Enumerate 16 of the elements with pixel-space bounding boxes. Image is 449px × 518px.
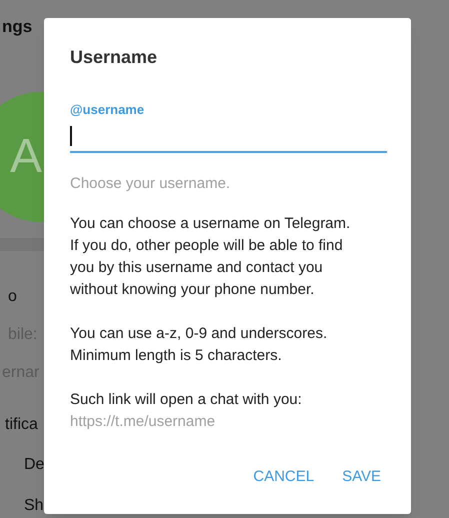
cancel-button[interactable]: CANCEL xyxy=(241,460,326,494)
text-cursor-icon xyxy=(70,126,72,146)
description-text: You can choose a username on Telegram. If you do, other people will be able to find you by this username and contact you without knowing your phone number. xyxy=(70,214,352,300)
section-title: o xyxy=(7,287,18,307)
setting-row-label: Sh xyxy=(23,496,44,516)
save-button[interactable]: SAVE xyxy=(330,460,393,494)
field-hint: Choose your username. xyxy=(70,174,230,194)
page-title: ngs xyxy=(1,16,34,38)
description-text: Such link will open a chat with you: xyxy=(70,390,303,410)
description-text: You can use a-z, 0-9 and underscores. Minimum length is 5 characters. xyxy=(70,324,328,366)
username-link[interactable]: https://t.me/username xyxy=(70,411,216,433)
setting-row-label: De xyxy=(23,455,44,475)
field-label: @username xyxy=(70,101,144,119)
section-title: tifica xyxy=(4,415,39,435)
dialog-title: Username xyxy=(70,46,158,69)
avatar: A xyxy=(0,92,44,222)
